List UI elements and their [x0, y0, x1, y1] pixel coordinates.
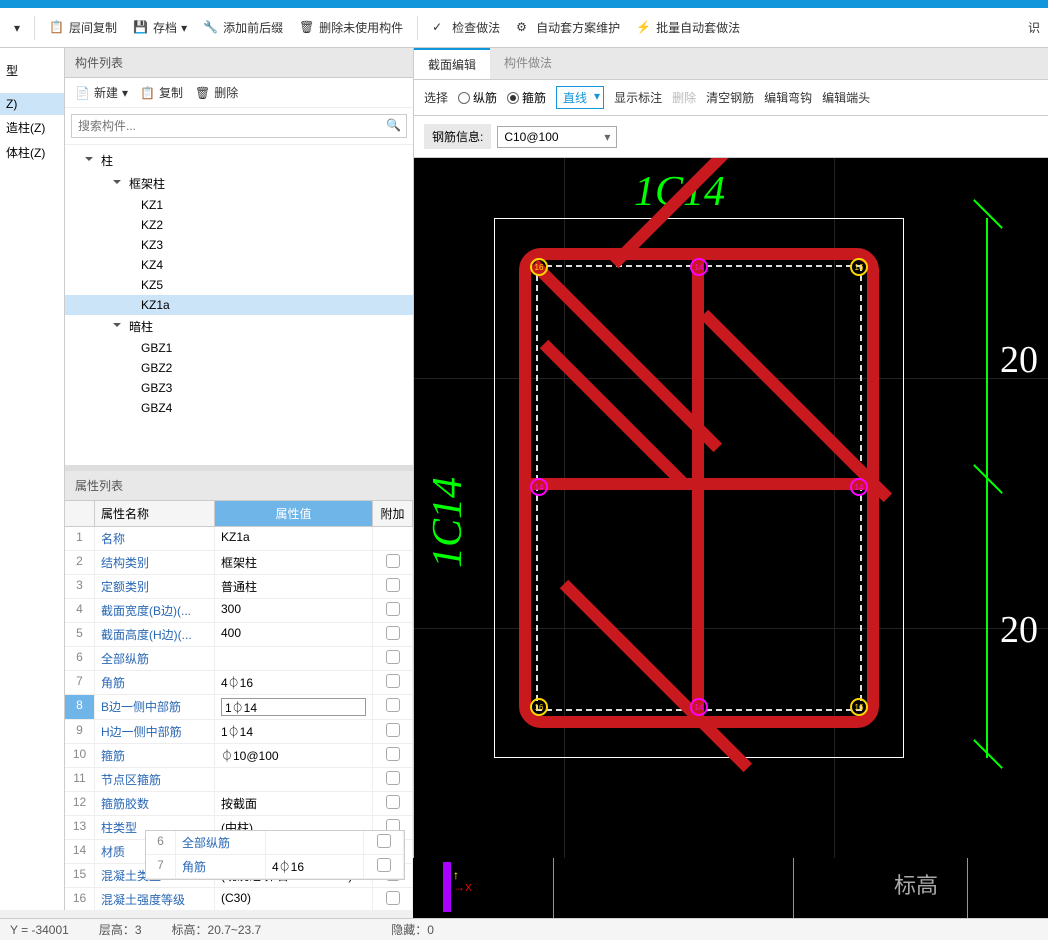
- status-hidden: 隐藏：0: [391, 921, 434, 938]
- new-button[interactable]: 📄新建 ▾: [75, 84, 128, 101]
- tree-leaf[interactable]: KZ5: [65, 275, 413, 295]
- property-row[interactable]: 11节点区箍筋: [65, 768, 413, 792]
- close-button[interactable]: [1012, 0, 1048, 8]
- tree-frame[interactable]: 框架柱: [65, 172, 413, 195]
- archive-button[interactable]: 💾存档 ▾: [127, 15, 193, 40]
- line-type-combo[interactable]: 直线: [556, 86, 604, 109]
- elevation-label: 标高: [894, 868, 938, 900]
- property-row[interactable]: 4截面宽度(B边)(...300: [65, 599, 413, 623]
- right-label: 识: [1028, 19, 1040, 36]
- statusbar: Y = -34001 层高：3 标高：20.7~23.7 隐藏：0: [0, 918, 1048, 940]
- minimize-button[interactable]: [940, 0, 976, 8]
- dim-r2: 20: [1000, 608, 1038, 652]
- component-tree: 柱 框架柱 KZ1 KZ2 KZ3 KZ4 KZ5 KZ1a 暗柱 GBZ1 G…: [65, 145, 413, 465]
- property-row[interactable]: 10箍筋⏀10@100: [65, 744, 413, 768]
- mid-rebar[interactable]: 14: [690, 698, 708, 716]
- property-row[interactable]: 1名称KZ1a: [65, 527, 413, 551]
- delete-tool[interactable]: 删除: [672, 89, 696, 106]
- corner-rebar[interactable]: 16: [530, 258, 548, 276]
- tree-leaf[interactable]: KZ4: [65, 255, 413, 275]
- maximize-button[interactable]: [976, 0, 1012, 8]
- tab-section-edit[interactable]: 截面编辑: [414, 48, 490, 79]
- auto-plan-button[interactable]: ⚙自动套方案维护: [510, 15, 626, 40]
- clear-rebar[interactable]: 清空钢筋: [706, 89, 754, 106]
- tree-leaf[interactable]: GBZ2: [65, 358, 413, 378]
- delete-button[interactable]: 🗑删除: [195, 84, 238, 101]
- tree-leaf[interactable]: GBZ1: [65, 338, 413, 358]
- dim-left: 1C14: [424, 477, 472, 568]
- property-header: 属性列表: [65, 471, 413, 501]
- tree-leaf-selected[interactable]: KZ1a: [65, 295, 413, 315]
- type-item[interactable]: 型: [0, 58, 64, 83]
- property-head: 属性名称 属性值 附加: [65, 501, 413, 527]
- rebar-info-dropdown[interactable]: C10@100: [497, 126, 617, 148]
- copy-floor-button[interactable]: 📋层间复制: [43, 15, 123, 40]
- mid-rebar[interactable]: 14: [850, 478, 868, 496]
- tree-leaf[interactable]: GBZ4: [65, 398, 413, 418]
- type-item[interactable]: Z): [0, 93, 64, 115]
- property-row[interactable]: 8B边一侧中部筋: [65, 695, 413, 720]
- mid-rebar[interactable]: 14: [690, 258, 708, 276]
- main-toolbar: ▾ 📋层间复制 💾存档 ▾ 🔧添加前后缀 🗑删除未使用构件 ✓检查做法 ⚙自动套…: [0, 8, 1048, 48]
- radio-longitudinal[interactable]: 纵筋: [458, 89, 497, 106]
- section-canvas[interactable]: 1C14 1C14 20 20: [414, 158, 1048, 910]
- search-icon[interactable]: 🔍: [386, 118, 401, 132]
- show-dim-toggle[interactable]: 显示标注: [614, 89, 662, 106]
- dropdown-toggle[interactable]: ▾: [8, 17, 26, 39]
- corner-rebar[interactable]: 16: [530, 698, 548, 716]
- status-floor: 层高：3: [99, 921, 142, 938]
- property-row[interactable]: 7角筋4⏀16: [146, 855, 404, 879]
- status-elev: 标高：20.7~23.7: [172, 921, 262, 938]
- tree-leaf[interactable]: KZ3: [65, 235, 413, 255]
- corner-rebar[interactable]: 16: [850, 698, 868, 716]
- tree-leaf[interactable]: KZ1: [65, 195, 413, 215]
- batch-auto-button[interactable]: ⚡批量自动套做法: [630, 15, 746, 40]
- property-row[interactable]: 6全部纵筋: [146, 831, 404, 855]
- type-strip: 型 Z) 造柱(Z) 体柱(Z): [0, 48, 65, 910]
- type-item[interactable]: 体柱(Z): [0, 140, 64, 165]
- tree-root[interactable]: 柱: [65, 149, 413, 172]
- tree-leaf[interactable]: KZ2: [65, 215, 413, 235]
- tree-hidden[interactable]: 暗柱: [65, 315, 413, 338]
- property-row[interactable]: 5截面高度(H边)(...400: [65, 623, 413, 647]
- select-tool[interactable]: 选择: [424, 89, 448, 106]
- extra-grid: 6全部纵筋7角筋4⏀16: [145, 830, 405, 880]
- property-row[interactable]: 9H边一侧中部筋1⏀14: [65, 720, 413, 744]
- property-row[interactable]: 7角筋4⏀16: [65, 671, 413, 695]
- dim-r1: 20: [1000, 338, 1038, 382]
- corner-rebar[interactable]: 16: [850, 258, 868, 276]
- property-row[interactable]: 12箍筋胶数按截面: [65, 792, 413, 816]
- check-method-button[interactable]: ✓检查做法: [426, 15, 506, 40]
- lower-canvas[interactable]: ↑ →X 标高: [413, 858, 1048, 918]
- radio-stirrup[interactable]: 箍筋: [507, 89, 546, 106]
- property-row[interactable]: 3定额类别普通柱: [65, 575, 413, 599]
- search-input[interactable]: [71, 114, 407, 138]
- mid-rebar[interactable]: 14: [530, 478, 548, 496]
- tab-component-method[interactable]: 构件做法: [490, 48, 566, 79]
- status-y: Y = -34001: [10, 923, 69, 937]
- tree-leaf[interactable]: GBZ3: [65, 378, 413, 398]
- component-list-header: 构件列表: [65, 48, 413, 78]
- copy-button[interactable]: 📋复制: [140, 84, 183, 101]
- edit-end[interactable]: 编辑端头: [822, 89, 870, 106]
- rebar-info-label: 钢筋信息:: [424, 124, 491, 149]
- property-row[interactable]: 2结构类别框架柱: [65, 551, 413, 575]
- delete-unused-button[interactable]: 🗑删除未使用构件: [293, 15, 409, 40]
- edit-hook[interactable]: 编辑弯钩: [764, 89, 812, 106]
- type-item[interactable]: 造柱(Z): [0, 115, 64, 140]
- add-prefix-button[interactable]: 🔧添加前后缀: [197, 15, 289, 40]
- property-row[interactable]: 6全部纵筋: [65, 647, 413, 671]
- property-row[interactable]: 16混凝土强度等级(C30): [65, 888, 413, 910]
